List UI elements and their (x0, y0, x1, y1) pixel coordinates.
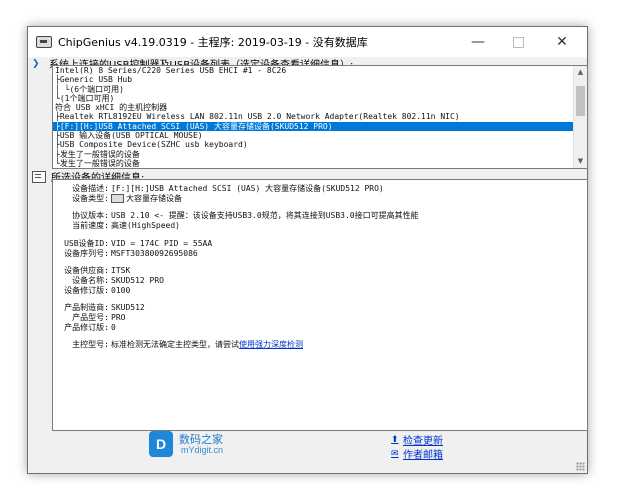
detail-row: 产品修订版: 0 (57, 323, 116, 333)
detail-value: PRO (111, 313, 126, 322)
scroll-thumb[interactable] (576, 86, 585, 116)
detail-value: ITSK (111, 266, 131, 275)
detail-value: 大容量存储设备 (111, 194, 182, 203)
logo-letter: D (155, 436, 167, 452)
detail-label: 主控型号: (72, 340, 109, 349)
detail-label: 产品修订版: (64, 323, 109, 332)
app-icon (36, 36, 52, 48)
detail-label: 设备供应商: (64, 266, 109, 275)
device-list-item[interactable]: ├Realtek RTL8192EU Wireless LAN 802.11n … (53, 112, 573, 121)
detail-label: 当前速度: (72, 221, 109, 230)
minimize-button[interactable]: — (461, 27, 495, 57)
detail-label: 设备描述: (72, 184, 109, 193)
detail-row: 协议版本: USB 2.10 <- 提醒：该设备支持USB3.0规范，将其连接到U… (57, 211, 419, 221)
detail-value: [F:][H:]USB Attached SCSI (UAS) 大容量存储设备(… (111, 184, 384, 193)
detail-label: 设备名称: (72, 276, 109, 285)
device-list-item[interactable]: ├发生了一般错误的设备 (53, 150, 573, 159)
detail-row: 产品制造商: SKUD512 (57, 303, 145, 313)
device-list-scrollbar[interactable]: ▲ ▼ (573, 66, 587, 168)
mail-icon: ✉ (391, 448, 399, 459)
device-list[interactable]: Intel(R) 8 Series/C220 Series USB EHCI #… (52, 65, 588, 169)
mydigit-logo-icon[interactable]: D (149, 431, 173, 457)
detail-label: 设备类型: (72, 194, 109, 203)
deep-detect-link[interactable]: 使用强力深度检测 (239, 340, 303, 349)
detail-label: 产品制造商: (64, 303, 109, 312)
detail-row: 设备供应商: ITSK (57, 266, 130, 276)
detail-value: MSFT30380092695086 (111, 249, 198, 258)
detail-label: USB设备ID: (64, 239, 109, 248)
minimize-icon: — (471, 34, 485, 50)
scroll-down-icon[interactable]: ▼ (574, 155, 587, 168)
detail-value: VID = 174C PID = 55AA (111, 239, 213, 248)
maximize-icon (512, 36, 524, 48)
document-icon (32, 170, 46, 183)
detail-label: 设备序列号: (64, 249, 109, 258)
detail-value: SKUD512 (111, 303, 145, 312)
storage-device-icon (111, 194, 124, 203)
detail-value: 标准检测无法确定主控类型，请尝试 (111, 340, 239, 349)
detail-row: USB设备ID: VID = 174C PID = 55AA (57, 239, 212, 249)
detail-label: 设备修订版: (64, 286, 109, 295)
device-list-item[interactable]: ├Generic USB Hub (53, 75, 573, 84)
detail-row: 设备修订版: 0100 (57, 286, 130, 296)
chevron-down-icon: ❯ (32, 58, 40, 69)
device-list-item[interactable]: ├USB Composite Device(SZHC usb keyboard) (53, 140, 573, 149)
update-arrow-icon: ⬆ (391, 434, 399, 445)
detail-row: 设备名称: SKUD512 PRO (57, 276, 164, 286)
detail-value: USB 2.10 <- 提醒：该设备支持USB3.0规范，将其连接到USB3.0… (111, 211, 419, 220)
close-icon: ✕ (556, 34, 568, 50)
close-button[interactable]: ✕ (545, 27, 579, 57)
detail-label: 协议版本: (72, 211, 109, 220)
brand-name-en[interactable]: mYdigit.cn (181, 445, 223, 455)
detail-row: 主控型号: 标准检测无法确定主控类型，请尝试使用强力深度检测 (57, 340, 303, 350)
detail-value: 0 (111, 323, 116, 332)
author-email-label: 作者邮箱 (403, 450, 443, 461)
detail-row: 当前速度: 高速(HighSpeed) (57, 221, 180, 231)
footer: D 数码之家 mYdigit.cn ⬆ 检查更新 ✉ 作者邮箱 (28, 430, 587, 473)
device-tree: Intel(R) 8 Series/C220 Series USB EHCI #… (53, 66, 573, 168)
device-list-item[interactable]: ├USB 输入设备(USB OPTICAL MOUSE) (53, 131, 573, 140)
device-list-item[interactable]: └(1个端口可用) (53, 94, 573, 103)
device-list-item[interactable]: Intel(R) 8 Series/C220 Series USB EHCI #… (53, 66, 573, 75)
window-title: ChipGenius v4.19.0319 - 主程序: 2019-03-19 … (58, 36, 368, 49)
device-list-item[interactable]: │ └(6个端口可用) (53, 85, 573, 94)
detail-value: 高速(HighSpeed) (111, 221, 180, 230)
scroll-up-icon[interactable]: ▲ (574, 66, 587, 79)
detail-value: 0100 (111, 286, 131, 295)
detail-panel[interactable]: 设备描述: [F:][H:]USB Attached SCSI (UAS) 大容量… (52, 179, 588, 431)
check-update-label: 检查更新 (403, 436, 443, 447)
detail-row: 设备类型: 大容量存储设备 (57, 194, 182, 204)
device-list-item[interactable]: ├[F:][H:]USB Attached SCSI (UAS) 大容量存储设备… (53, 121, 573, 132)
detail-label: 产品型号: (72, 313, 109, 322)
chipgenius-window: ChipGenius v4.19.0319 - 主程序: 2019-03-19 … (27, 26, 588, 474)
author-email-link[interactable]: ✉ 作者邮箱 (391, 446, 443, 462)
title-bar[interactable]: ChipGenius v4.19.0319 - 主程序: 2019-03-19 … (28, 27, 587, 57)
detail-row: 设备序列号: MSFT30380092695086 (57, 249, 198, 259)
detail-value: SKUD512 PRO (111, 276, 164, 285)
resize-grip-icon[interactable] (576, 462, 585, 471)
detail-value-text: 大容量存储设备 (126, 194, 182, 203)
device-list-item[interactable]: └发生了一般错误的设备 (53, 159, 573, 168)
maximize-button[interactable] (501, 27, 535, 57)
detail-row: 产品型号: PRO (57, 313, 125, 323)
detail-row: 设备描述: [F:][H:]USB Attached SCSI (UAS) 大容量… (57, 184, 384, 194)
check-update-link[interactable]: ⬆ 检查更新 (391, 432, 443, 448)
